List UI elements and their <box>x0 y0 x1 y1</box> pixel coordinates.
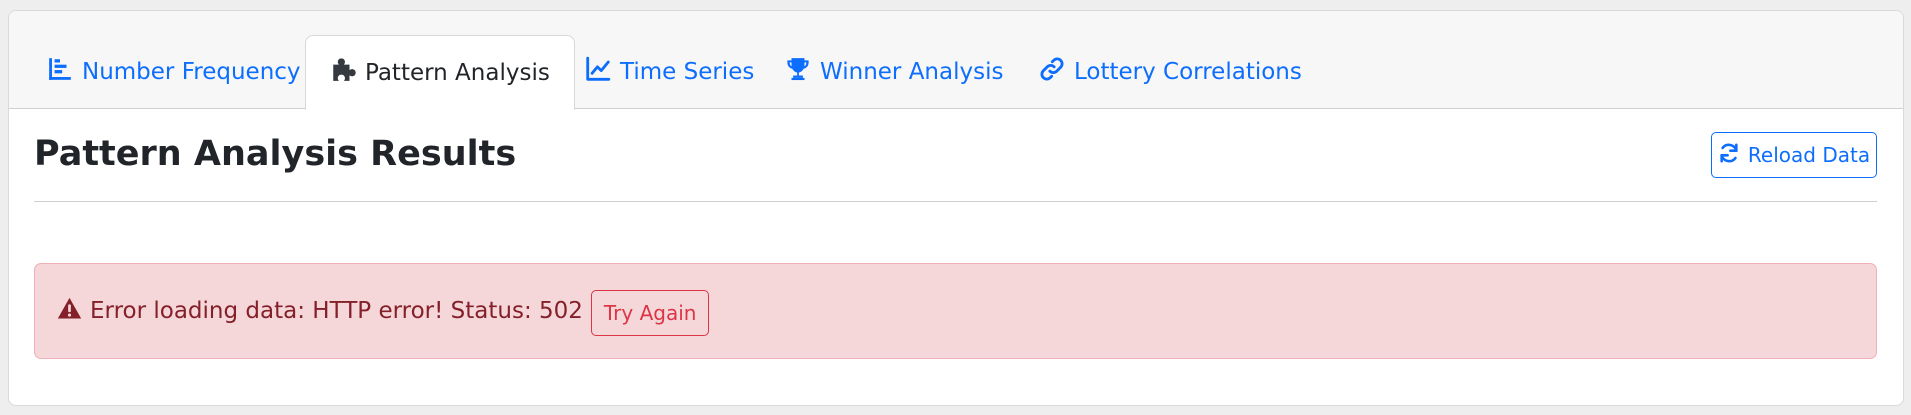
analysis-card: Number Frequency Pattern Analysis Time S… <box>8 10 1904 406</box>
tab-label: Time Series <box>620 59 755 85</box>
trophy-icon <box>785 56 811 88</box>
bar-chart-icon <box>47 56 73 88</box>
tab-lottery-correlations[interactable]: Lottery Correlations <box>1015 35 1326 109</box>
link-icon <box>1039 56 1065 88</box>
header-divider <box>34 201 1877 202</box>
warning-icon <box>57 296 90 327</box>
error-message: Error loading data: HTTP error! Status: … <box>90 298 583 324</box>
tab-label: Pattern Analysis <box>365 60 550 86</box>
tab-time-series[interactable]: Time Series <box>561 35 778 109</box>
tab-label: Winner Analysis <box>820 59 1004 85</box>
tab-winner-analysis[interactable]: Winner Analysis <box>761 35 1027 109</box>
line-chart-icon <box>585 56 611 88</box>
try-again-button[interactable]: Try Again <box>590 290 710 336</box>
tab-bar: Number Frequency Pattern Analysis Time S… <box>9 11 1903 110</box>
tab-number-frequency[interactable]: Number Frequency <box>23 35 325 109</box>
page-title: Pattern Analysis Results <box>34 134 517 174</box>
reload-data-button[interactable]: Reload Data <box>1711 132 1877 178</box>
tab-label: Number Frequency <box>82 59 301 85</box>
tab-label: Lottery Correlations <box>1074 59 1302 85</box>
tab-pattern-analysis[interactable]: Pattern Analysis <box>305 35 575 110</box>
refresh-icon <box>1718 142 1740 169</box>
puzzle-piece-icon <box>330 57 356 89</box>
error-alert: Error loading data: HTTP error! Status: … <box>34 263 1877 359</box>
reload-label: Reload Data <box>1747 143 1871 167</box>
